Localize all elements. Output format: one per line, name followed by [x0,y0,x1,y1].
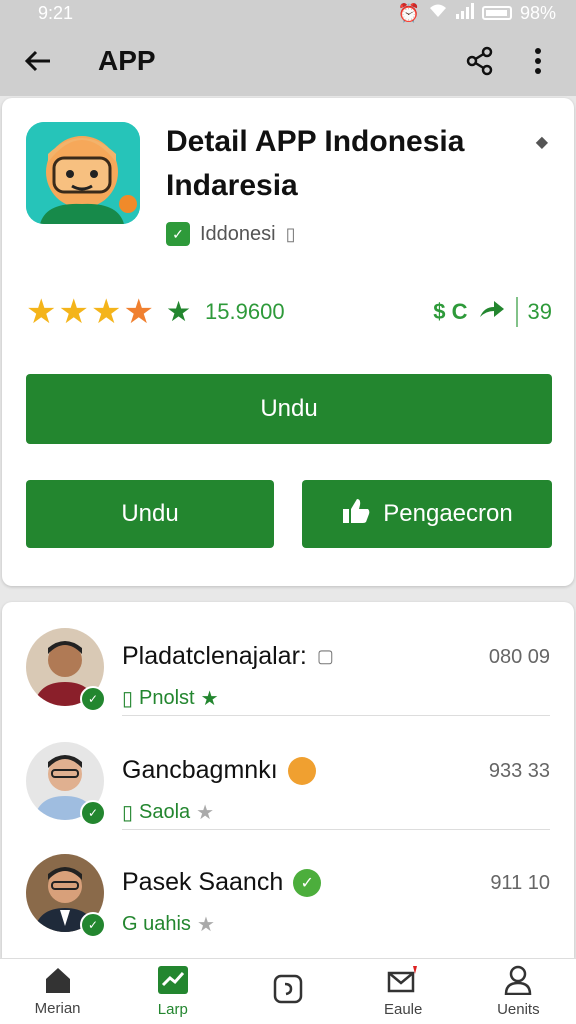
app-name-line1: Detail APP Indonesia [166,125,465,158]
app-name: Detail APP Indonesia Indaresia [166,120,506,208]
nav-label: Merian [34,1000,81,1017]
stat-divider [515,297,518,327]
review-value: 933 33 [488,760,550,782]
download-button-label: Undu [121,500,179,527]
trend-arrow-icon [478,297,506,327]
verified-badge-icon: ✓ [80,686,106,712]
info-icon: ▢ [316,646,334,666]
reviews-card: ✓ Pladatclenajalar: ▢ ▯ Pnolst ★ 080 09 … [2,602,574,958]
app-icon [26,122,140,224]
reviewer-name-row: Gancbagmnkı [122,756,316,785]
nav-item-inbox[interactable]: Eaule [353,965,453,1018]
developer-name: Iddonesi [200,222,276,245]
app-name-line2: Indaresia [166,169,298,202]
review-item[interactable]: ✓ Pladatclenajalar: ▢ ▯ Pnolst ★ 080 09 [2,602,574,716]
verified-badge-icon: ✓ [80,912,106,938]
nav-item-profile[interactable]: Uenits [468,965,568,1018]
star-icon: ★ [26,293,57,331]
rating-row: ★ ★ ★ ★ ★ 15.9600 $ C 39 [26,292,552,332]
app-bar: APP [0,26,576,96]
more-vert-icon[interactable] [518,41,558,81]
arrow-left-icon[interactable] [18,41,58,81]
mail-alert-icon [387,965,419,999]
download-button[interactable]: Undu [26,480,274,548]
rating-count: 15.9600 [205,299,285,324]
doc-icon: ▯ [122,802,134,824]
verified-badge-icon: ✓ [80,800,106,826]
reviewer-name: Pladatclenajalar: [122,642,307,670]
nav-label: Eaule [383,1001,423,1018]
check-circle-icon: ✓ [293,868,322,897]
nav-item-chat[interactable] [238,974,338,1010]
star-icon: ★ [90,293,122,331]
status-bar: 9:21 ⏰ 98% [0,0,576,26]
doc-icon: ▯ [122,688,134,710]
review-button[interactable]: Pengaecron [302,480,552,548]
battery-icon [481,6,512,20]
chat-icon [273,974,303,1008]
wifi-icon [428,3,448,24]
stat-value: 39 [527,299,552,324]
install-button[interactable]: Undu [26,374,552,444]
page-title: APP [98,45,156,76]
star-icon: ★ [123,293,154,331]
info-icon: ▯ [285,223,296,244]
star-icon: ★ [196,914,215,936]
review-value: 911 10 [490,872,550,894]
reviewer-name: Pasek Saanch [122,868,284,896]
review-meta: ▯ Pnolst ★ [122,686,219,711]
reviewer-name-row: Pasek Saanch ✓ [122,868,322,897]
emoji-icon [287,756,316,785]
install-button-label: Undu [260,395,318,422]
share-icon[interactable] [460,41,500,81]
review-meta-text: Saola [139,801,191,823]
battery-level: 98% [519,2,556,23]
star-icon: ★ [196,802,215,824]
stat-group: $ C 39 [433,297,552,327]
chart-icon [157,965,189,999]
thumbs-up-icon [341,497,371,532]
status-icons: ⏰ 98% [397,2,556,24]
verified-badge-icon: ✓ [166,222,190,246]
reviewer-name-row: Pladatclenajalar: ▢ [122,642,334,671]
review-value: 080 09 [488,646,550,668]
nav-label: Larp [157,1001,188,1018]
person-icon [503,965,533,999]
review-meta-text: G uahis [122,913,191,935]
stat-symbols: $ C [433,299,468,324]
nav-item-home[interactable]: Merian [8,966,108,1017]
review-item[interactable]: ✓ Pasek Saanch ✓ G uahis ★ 911 10 [2,828,574,940]
signal-icon [455,2,474,24]
review-meta: ▯ Saola ★ [122,800,214,825]
review-button-label: Pengaecron [383,500,513,527]
star-icon: ★ [58,293,89,331]
status-time: 9:21 [38,2,74,23]
card-more-icon[interactable]: ◆ [536,132,548,152]
bottom-nav: Merian Larp Eaule Uenits [0,958,576,1024]
review-item[interactable]: ✓ Gancbagmnkı ▯ Saola ★ 933 33 [2,716,574,830]
nav-label: Uenits [497,1001,540,1018]
star-green-icon: ★ [165,296,192,327]
star-icon: ★ [200,688,219,710]
reviewer-name: Gancbagmnkı [122,756,278,784]
alarm-icon: ⏰ [397,2,420,23]
app-detail-card: Detail APP Indonesia Indaresia ◆ ✓ Iddon… [2,98,574,586]
review-meta-text: Pnolst [139,687,195,709]
nav-item-apps[interactable]: Larp [123,965,223,1018]
review-meta: G uahis ★ [122,912,215,937]
home-icon [43,966,73,998]
developer-row[interactable]: ✓ Iddonesi ▯ [166,222,296,246]
